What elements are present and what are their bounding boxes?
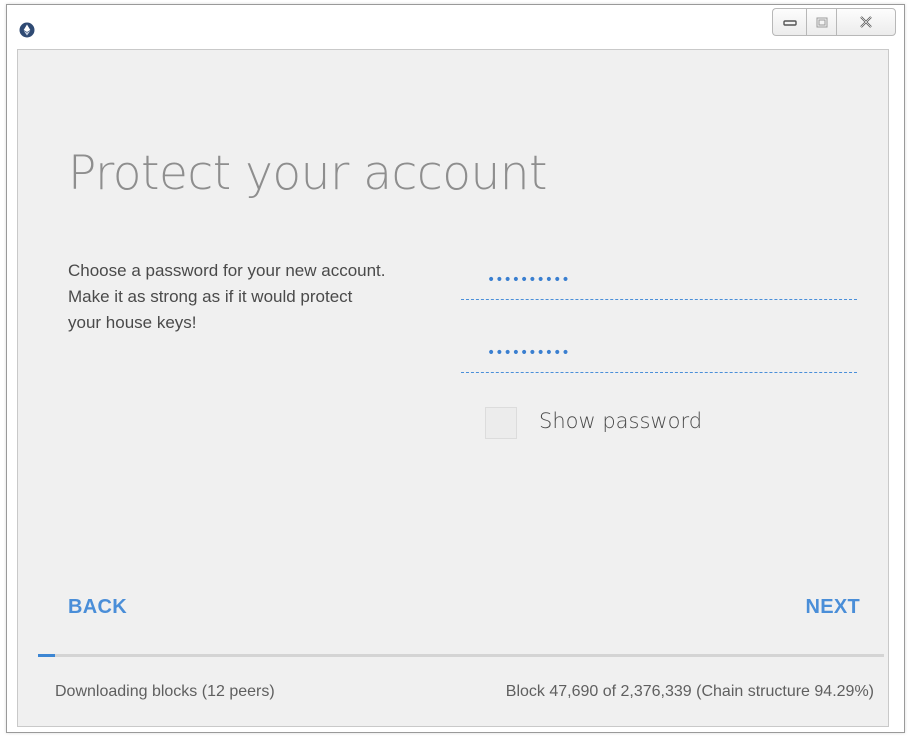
peer-status: Downloading blocks (12 peers) [55,683,275,700]
show-password-checkbox[interactable] [485,407,517,439]
password-input[interactable]: •••••••••• [461,264,857,300]
minimize-button[interactable] [772,8,806,36]
onboarding-panel: Protect your account Choose a password f… [17,49,889,727]
maximize-button[interactable] [806,8,836,36]
password-repeat-masked-value: •••••••••• [487,345,570,361]
show-password-label[interactable]: Show password [539,409,702,433]
password-repeat-input[interactable]: •••••••••• [461,337,857,373]
minimize-icon [782,20,797,26]
maximize-icon [816,17,827,27]
sync-progress-bar [38,654,884,657]
back-button[interactable]: BACK [68,596,127,619]
next-button[interactable]: NEXT [805,596,860,619]
title-bar[interactable] [7,5,904,47]
close-icon [860,16,872,28]
block-status: Block 47,690 of 2,376,339 (Chain structu… [505,683,874,700]
ethereum-icon [19,22,35,38]
password-masked-value: •••••••••• [487,272,570,288]
close-button[interactable] [836,8,896,36]
sync-progress-fill [38,654,55,657]
password-instructions: Choose a password for your new account. … [68,261,386,332]
window-controls [772,8,896,36]
page-title: Protect your account [68,146,547,201]
wallet-window: Protect your account Choose a password f… [6,4,905,733]
